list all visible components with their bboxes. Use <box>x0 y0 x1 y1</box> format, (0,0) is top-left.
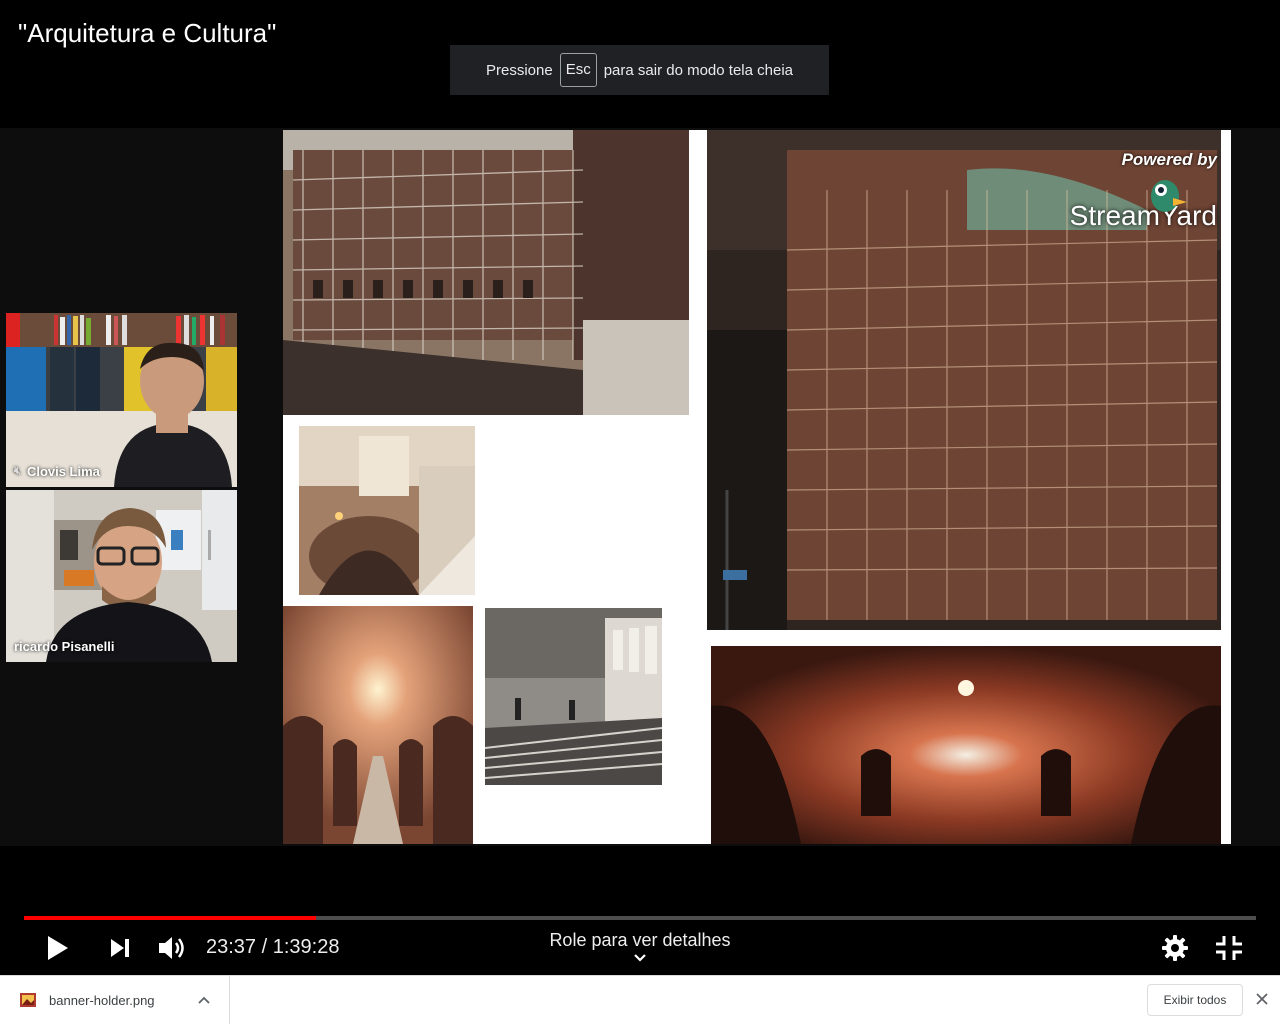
brand-label: StreamYard <box>1069 200 1217 231</box>
download-shelf: banner-holder.png Exibir todos <box>0 975 1280 1024</box>
image-file-icon <box>20 993 36 1007</box>
participant-name-tag: 🔇︎ Clovis Lima <box>14 464 100 479</box>
next-button[interactable] <box>102 930 138 966</box>
slide-photo-scaffolding-facade <box>283 130 689 415</box>
participant-camera-ricardo: ricardo Pisanelli <box>6 490 237 662</box>
progress-played <box>24 916 317 920</box>
slide-photo-interior-works <box>299 426 475 595</box>
show-all-downloads-button[interactable]: Exibir todos <box>1147 984 1243 1016</box>
progress-bar[interactable] <box>24 916 1256 920</box>
duration: 1:39:28 <box>272 936 340 958</box>
mic-muted-icon: 🔇︎ <box>14 465 21 477</box>
streamyard-duck-logo <box>1151 180 1187 212</box>
participant-name-tag: ricardo Pisanelli <box>14 639 114 654</box>
close-icon[interactable] <box>1253 990 1271 1008</box>
slide-photo-brick-vault <box>283 606 473 844</box>
scroll-hint-label: Role para ver detalhes <box>549 930 731 950</box>
exit-fullscreen-button[interactable] <box>1211 930 1247 966</box>
participant-name: Clovis Lima <box>26 464 100 479</box>
camera-feed-image <box>6 313 237 487</box>
powered-by-label: Powered by <box>1121 150 1217 169</box>
chevron-up-icon[interactable] <box>198 996 210 1004</box>
toast-text-before: Pressione <box>486 61 553 79</box>
camera-feed-image <box>6 490 237 662</box>
chevron-down-icon <box>634 954 646 962</box>
video-title: "Arquitetura e Cultura" <box>18 18 277 48</box>
toast-text-after: para sair do modo tela cheia <box>603 61 793 79</box>
fullscreen-exit-toast: Pressione Esc para sair do modo tela che… <box>450 45 829 95</box>
play-button[interactable] <box>40 930 76 966</box>
player-controls: 23:37 / 1:39:28 Role para ver detalhes <box>0 900 1280 975</box>
play-icon <box>48 936 68 960</box>
settings-gear-icon <box>1162 935 1188 961</box>
exit-fullscreen-icon <box>1216 936 1242 960</box>
video-stage[interactable]: 🔇︎ Clovis Lima ricardo Pisanelli Powered… <box>0 128 1280 846</box>
time-separator: / <box>261 936 268 958</box>
download-item[interactable]: banner-holder.png <box>0 976 230 1024</box>
time-display: 23:37 / 1:39:28 <box>206 936 339 959</box>
participant-name: ricardo Pisanelli <box>14 639 115 654</box>
presentation-slide: Powered by StreamYard <box>283 130 1231 844</box>
settings-button[interactable] <box>1157 930 1193 966</box>
slide-photo-bw-hall <box>485 608 662 785</box>
current-time: 23:37 <box>206 936 257 958</box>
volume-button[interactable] <box>154 930 190 966</box>
streamyard-watermark: Powered by StreamYard <box>1070 150 1217 232</box>
slide-photo-tunnel <box>711 646 1221 844</box>
download-file-name: banner-holder.png <box>49 993 155 1008</box>
next-icon <box>111 939 129 957</box>
volume-icon <box>159 937 184 959</box>
scroll-for-details[interactable]: Role para ver detalhes <box>540 930 740 963</box>
participant-camera-clovis: 🔇︎ Clovis Lima <box>6 313 237 487</box>
esc-key-badge: Esc <box>559 53 597 87</box>
